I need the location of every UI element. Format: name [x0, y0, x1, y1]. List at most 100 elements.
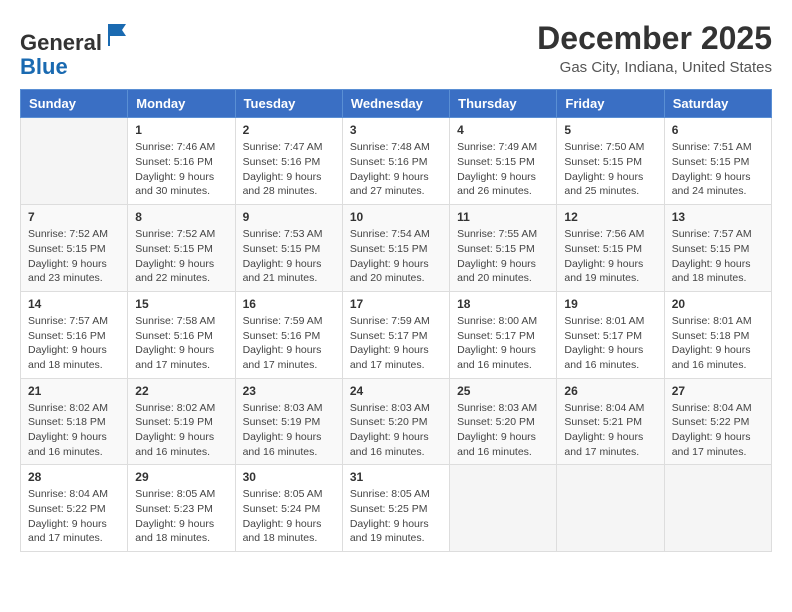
- calendar-day-header: Sunday: [21, 90, 128, 118]
- day-number: 26: [564, 384, 656, 398]
- calendar-table: SundayMondayTuesdayWednesdayThursdayFrid…: [20, 89, 772, 552]
- day-info: Sunrise: 8:01 AMSunset: 5:18 PMDaylight:…: [672, 314, 764, 373]
- day-number: 3: [350, 123, 442, 137]
- day-number: 8: [135, 210, 227, 224]
- calendar-cell: 10 Sunrise: 7:54 AMSunset: 5:15 PMDayligh…: [342, 205, 449, 292]
- day-info: Sunrise: 8:05 AMSunset: 5:24 PMDaylight:…: [243, 487, 335, 546]
- calendar-cell: [21, 118, 128, 205]
- day-info: Sunrise: 7:58 AMSunset: 5:16 PMDaylight:…: [135, 314, 227, 373]
- day-info: Sunrise: 7:55 AMSunset: 5:15 PMDaylight:…: [457, 227, 549, 286]
- day-info: Sunrise: 7:56 AMSunset: 5:15 PMDaylight:…: [564, 227, 656, 286]
- day-info: Sunrise: 8:03 AMSunset: 5:19 PMDaylight:…: [243, 401, 335, 460]
- day-number: 29: [135, 470, 227, 484]
- calendar-cell: 8 Sunrise: 7:52 AMSunset: 5:15 PMDaylight…: [128, 205, 235, 292]
- day-number: 6: [672, 123, 764, 137]
- day-info: Sunrise: 7:59 AMSunset: 5:17 PMDaylight:…: [350, 314, 442, 373]
- calendar-cell: 28 Sunrise: 8:04 AMSunset: 5:22 PMDayligh…: [21, 465, 128, 552]
- day-number: 19: [564, 297, 656, 311]
- day-info: Sunrise: 8:02 AMSunset: 5:19 PMDaylight:…: [135, 401, 227, 460]
- day-number: 13: [672, 210, 764, 224]
- calendar-header-row: SundayMondayTuesdayWednesdayThursdayFrid…: [21, 90, 772, 118]
- calendar-cell: 4Sunrise: 7:49 AMSunset: 5:15 PMDaylight…: [450, 118, 557, 205]
- day-number: 27: [672, 384, 764, 398]
- calendar-week-row: 1 Sunrise: 7:46 AMSunset: 5:16 PMDaylight…: [21, 118, 772, 205]
- day-info: Sunrise: 7:50 AMSunset: 5:15 PMDaylight:…: [564, 140, 656, 199]
- logo-flag-icon: [104, 20, 134, 50]
- calendar-day-header: Wednesday: [342, 90, 449, 118]
- day-info: Sunrise: 8:01 AMSunset: 5:17 PMDaylight:…: [564, 314, 656, 373]
- logo: General Blue: [20, 20, 134, 79]
- month-title: December 2025: [537, 20, 772, 57]
- calendar-cell: 14Sunrise: 7:57 AMSunset: 5:16 PMDayligh…: [21, 291, 128, 378]
- calendar-cell: 13Sunrise: 7:57 AMSunset: 5:15 PMDayligh…: [664, 205, 771, 292]
- day-number: 2: [243, 123, 335, 137]
- day-number: 30: [243, 470, 335, 484]
- day-number: 22: [135, 384, 227, 398]
- calendar-cell: 20Sunrise: 8:01 AMSunset: 5:18 PMDayligh…: [664, 291, 771, 378]
- day-info: Sunrise: 7:52 AMSunset: 5:15 PMDaylight:…: [28, 227, 120, 286]
- calendar-cell: 9Sunrise: 7:53 AMSunset: 5:15 PMDaylight…: [235, 205, 342, 292]
- calendar-cell: [557, 465, 664, 552]
- calendar-day-header: Friday: [557, 90, 664, 118]
- calendar-cell: 17 Sunrise: 7:59 AMSunset: 5:17 PMDayligh…: [342, 291, 449, 378]
- day-number: 1: [135, 123, 227, 137]
- day-info: Sunrise: 8:03 AMSunset: 5:20 PMDaylight:…: [350, 401, 442, 460]
- calendar-cell: [450, 465, 557, 552]
- calendar-cell: 30 Sunrise: 8:05 AMSunset: 5:24 PMDayligh…: [235, 465, 342, 552]
- day-info: Sunrise: 7:54 AMSunset: 5:15 PMDaylight:…: [350, 227, 442, 286]
- day-info: Sunrise: 7:47 AMSunset: 5:16 PMDaylight:…: [243, 140, 335, 199]
- day-number: 23: [243, 384, 335, 398]
- day-info: Sunrise: 7:51 AMSunset: 5:15 PMDaylight:…: [672, 140, 764, 199]
- calendar-week-row: 28 Sunrise: 8:04 AMSunset: 5:22 PMDayligh…: [21, 465, 772, 552]
- day-info: Sunrise: 8:05 AMSunset: 5:25 PMDaylight:…: [350, 487, 442, 546]
- calendar-week-row: 7 Sunrise: 7:52 AMSunset: 5:15 PMDaylight…: [21, 205, 772, 292]
- day-number: 18: [457, 297, 549, 311]
- day-number: 11: [457, 210, 549, 224]
- day-number: 21: [28, 384, 120, 398]
- day-info: Sunrise: 8:04 AMSunset: 5:22 PMDaylight:…: [28, 487, 120, 546]
- day-number: 31: [350, 470, 442, 484]
- calendar-cell: 19 Sunrise: 8:01 AMSunset: 5:17 PMDayligh…: [557, 291, 664, 378]
- day-info: Sunrise: 8:03 AMSunset: 5:20 PMDaylight:…: [457, 401, 549, 460]
- day-number: 25: [457, 384, 549, 398]
- day-number: 28: [28, 470, 120, 484]
- day-info: Sunrise: 7:46 AMSunset: 5:16 PMDaylight:…: [135, 140, 227, 199]
- day-number: 7: [28, 210, 120, 224]
- calendar-cell: 26 Sunrise: 8:04 AMSunset: 5:21 PMDayligh…: [557, 378, 664, 465]
- day-info: Sunrise: 7:49 AMSunset: 5:15 PMDaylight:…: [457, 140, 549, 199]
- calendar-cell: 22 Sunrise: 8:02 AMSunset: 5:19 PMDayligh…: [128, 378, 235, 465]
- logo-blue: Blue: [20, 54, 68, 79]
- day-info: Sunrise: 8:00 AMSunset: 5:17 PMDaylight:…: [457, 314, 549, 373]
- day-info: Sunrise: 7:48 AMSunset: 5:16 PMDaylight:…: [350, 140, 442, 199]
- day-number: 16: [243, 297, 335, 311]
- day-number: 10: [350, 210, 442, 224]
- day-info: Sunrise: 8:04 AMSunset: 5:21 PMDaylight:…: [564, 401, 656, 460]
- logo-general: General: [20, 30, 102, 55]
- calendar-day-header: Monday: [128, 90, 235, 118]
- calendar-cell: 5 Sunrise: 7:50 AMSunset: 5:15 PMDaylight…: [557, 118, 664, 205]
- calendar-day-header: Saturday: [664, 90, 771, 118]
- calendar-day-header: Thursday: [450, 90, 557, 118]
- calendar-week-row: 14Sunrise: 7:57 AMSunset: 5:16 PMDayligh…: [21, 291, 772, 378]
- calendar-cell: 1 Sunrise: 7:46 AMSunset: 5:16 PMDaylight…: [128, 118, 235, 205]
- day-info: Sunrise: 7:53 AMSunset: 5:15 PMDaylight:…: [243, 227, 335, 286]
- day-info: Sunrise: 7:57 AMSunset: 5:16 PMDaylight:…: [28, 314, 120, 373]
- calendar-cell: 29 Sunrise: 8:05 AMSunset: 5:23 PMDayligh…: [128, 465, 235, 552]
- calendar-cell: 15 Sunrise: 7:58 AMSunset: 5:16 PMDayligh…: [128, 291, 235, 378]
- calendar-cell: 21Sunrise: 8:02 AMSunset: 5:18 PMDayligh…: [21, 378, 128, 465]
- day-info: Sunrise: 7:52 AMSunset: 5:15 PMDaylight:…: [135, 227, 227, 286]
- calendar-cell: 11 Sunrise: 7:55 AMSunset: 5:15 PMDayligh…: [450, 205, 557, 292]
- day-info: Sunrise: 7:59 AMSunset: 5:16 PMDaylight:…: [243, 314, 335, 373]
- day-number: 17: [350, 297, 442, 311]
- day-number: 5: [564, 123, 656, 137]
- calendar-cell: 3 Sunrise: 7:48 AMSunset: 5:16 PMDaylight…: [342, 118, 449, 205]
- page-header: General Blue December 2025 Gas City, Ind…: [20, 20, 772, 79]
- day-info: Sunrise: 8:05 AMSunset: 5:23 PMDaylight:…: [135, 487, 227, 546]
- calendar-cell: [664, 465, 771, 552]
- calendar-cell: 27Sunrise: 8:04 AMSunset: 5:22 PMDayligh…: [664, 378, 771, 465]
- title-section: December 2025 Gas City, Indiana, United …: [537, 20, 772, 76]
- day-number: 15: [135, 297, 227, 311]
- calendar-cell: 24Sunrise: 8:03 AMSunset: 5:20 PMDayligh…: [342, 378, 449, 465]
- calendar-cell: 31 Sunrise: 8:05 AMSunset: 5:25 PMDayligh…: [342, 465, 449, 552]
- day-number: 12: [564, 210, 656, 224]
